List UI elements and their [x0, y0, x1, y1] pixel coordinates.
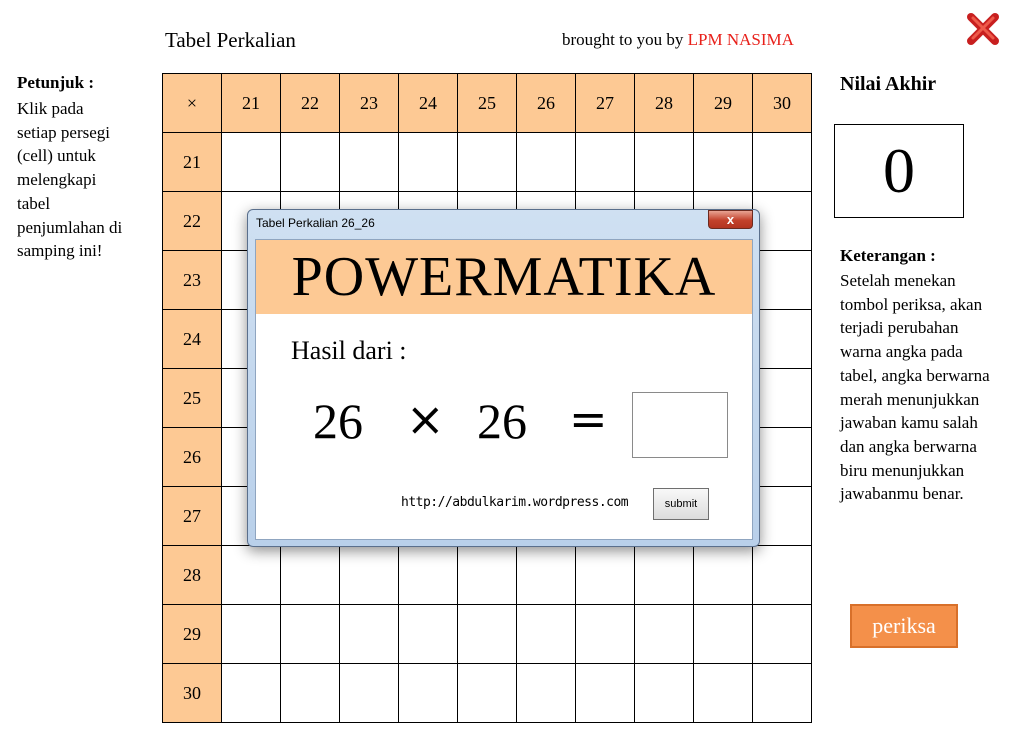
table-cell[interactable] — [457, 132, 517, 192]
column-header: 22 — [280, 73, 340, 133]
table-cell[interactable] — [221, 663, 281, 723]
operand-b: 26 — [477, 393, 527, 449]
table-cell[interactable] — [398, 132, 458, 192]
notes-text: Setelah menekan tombol periksa, akan ter… — [840, 271, 990, 504]
table-cell[interactable] — [575, 545, 635, 605]
table-cell[interactable] — [752, 545, 812, 605]
table-cell[interactable] — [752, 309, 812, 369]
table-header-row: × 21 22 23 24 25 26 27 28 29 30 — [162, 73, 812, 133]
column-header: 21 — [221, 73, 281, 133]
instructions-text: Klik pada setiap persegi (cell) untuk me… — [17, 99, 123, 261]
table-cell[interactable] — [634, 604, 694, 664]
row-header: 27 — [162, 486, 222, 546]
dialog-close-button[interactable]: x — [708, 210, 753, 229]
table-row: 30 — [162, 663, 812, 723]
red-x-close-icon[interactable] — [964, 10, 1002, 48]
table-cell[interactable] — [280, 663, 340, 723]
multiply-operator: × — [406, 392, 445, 446]
table-row: 21 — [162, 132, 812, 192]
table-cell[interactable] — [339, 663, 399, 723]
table-row: 29 — [162, 604, 812, 664]
table-corner-times-icon: × — [162, 73, 222, 133]
row-header: 30 — [162, 663, 222, 723]
instructions-title: Petunjuk : — [17, 73, 94, 92]
credit-prefix: brought to you by — [562, 30, 688, 49]
table-cell[interactable] — [457, 663, 517, 723]
table-cell[interactable] — [398, 604, 458, 664]
column-header: 26 — [516, 73, 576, 133]
row-header: 29 — [162, 604, 222, 664]
table-cell[interactable] — [339, 545, 399, 605]
credit-line: brought to you by LPM NASIMA — [562, 30, 794, 50]
submit-button[interactable]: submit — [653, 488, 709, 520]
table-cell[interactable] — [516, 132, 576, 192]
row-header: 26 — [162, 427, 222, 487]
column-header: 24 — [398, 73, 458, 133]
score-value: 0 — [834, 124, 964, 218]
table-cell[interactable] — [575, 663, 635, 723]
row-header: 21 — [162, 132, 222, 192]
operand-a: 26 — [313, 393, 363, 449]
column-header: 28 — [634, 73, 694, 133]
website-url: http://abdulkarim.wordpress.com — [401, 495, 629, 510]
table-cell[interactable] — [693, 663, 753, 723]
table-cell[interactable] — [575, 132, 635, 192]
table-cell[interactable] — [516, 663, 576, 723]
row-header: 24 — [162, 309, 222, 369]
table-cell[interactable] — [634, 663, 694, 723]
column-header: 29 — [693, 73, 753, 133]
table-cell[interactable] — [693, 604, 753, 664]
column-header: 25 — [457, 73, 517, 133]
question-dialog: Tabel Perkalian 26_26 x POWERMATIKA Hasi… — [247, 209, 760, 547]
table-cell[interactable] — [752, 663, 812, 723]
table-cell[interactable] — [398, 663, 458, 723]
table-cell[interactable] — [339, 132, 399, 192]
equals-sign: = — [569, 392, 608, 446]
table-cell[interactable] — [752, 368, 812, 428]
credit-brand: LPM NASIMA — [687, 30, 794, 49]
row-header: 22 — [162, 191, 222, 251]
row-header: 23 — [162, 250, 222, 310]
table-cell[interactable] — [398, 545, 458, 605]
table-cell[interactable] — [752, 486, 812, 546]
table-cell[interactable] — [280, 132, 340, 192]
table-cell[interactable] — [634, 132, 694, 192]
table-cell[interactable] — [752, 427, 812, 487]
table-cell[interactable] — [339, 604, 399, 664]
table-cell[interactable] — [221, 545, 281, 605]
column-header: 23 — [339, 73, 399, 133]
table-cell[interactable] — [752, 132, 812, 192]
app-title: Tabel Perkalian — [165, 28, 296, 52]
close-icon: x — [726, 212, 735, 227]
table-cell[interactable] — [280, 545, 340, 605]
table-cell[interactable] — [693, 545, 753, 605]
table-cell[interactable] — [693, 132, 753, 192]
table-cell[interactable] — [221, 132, 281, 192]
check-button[interactable]: periksa — [850, 604, 958, 648]
dialog-body: POWERMATIKA Hasil dari : 26 × 26 = http:… — [255, 239, 753, 540]
table-cell[interactable] — [516, 545, 576, 605]
row-header: 28 — [162, 545, 222, 605]
table-cell[interactable] — [457, 545, 517, 605]
result-label: Hasil dari : — [291, 336, 407, 365]
table-cell[interactable] — [221, 604, 281, 664]
table-cell[interactable] — [752, 250, 812, 310]
table-cell[interactable] — [634, 545, 694, 605]
table-cell[interactable] — [575, 604, 635, 664]
table-cell[interactable] — [516, 604, 576, 664]
column-header: 27 — [575, 73, 635, 133]
dialog-title: Tabel Perkalian 26_26 — [256, 216, 375, 230]
dialog-banner: POWERMATIKA — [256, 240, 752, 314]
table-cell[interactable] — [457, 604, 517, 664]
row-header: 25 — [162, 368, 222, 428]
column-header: 30 — [752, 73, 812, 133]
table-cell[interactable] — [280, 604, 340, 664]
table-cell[interactable] — [752, 191, 812, 251]
answer-input[interactable] — [632, 392, 728, 458]
notes-title: Keterangan : — [840, 246, 936, 265]
table-cell[interactable] — [752, 604, 812, 664]
score-label: Nilai Akhir — [840, 73, 937, 95]
table-row: 28 — [162, 545, 812, 605]
